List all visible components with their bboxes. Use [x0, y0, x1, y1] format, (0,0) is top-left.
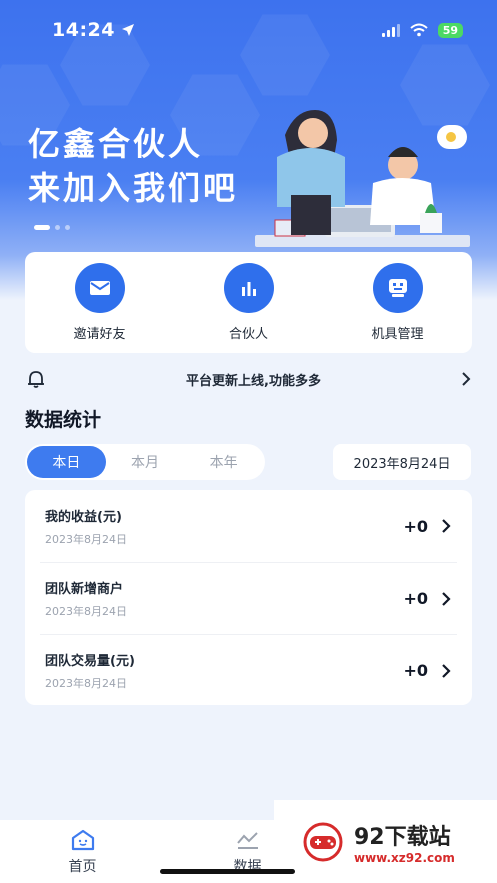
tab-this-month[interactable]: 本月 — [106, 446, 185, 478]
tab-today[interactable]: 本日 — [27, 446, 106, 478]
status-bar: 14:24 59 — [0, 0, 497, 60]
chart-icon — [236, 832, 258, 849]
quick-actions-card: 邀请好友 合伙人 机具管理 — [25, 252, 472, 353]
tabbar-label: 首页 — [68, 859, 97, 875]
tabbar-item-home[interactable]: 首页 — [0, 820, 165, 883]
stat-date: 2023年8月24日 — [45, 532, 127, 546]
chevron-right-icon — [442, 591, 451, 606]
period-tabs: 本日 本月 本年 — [25, 444, 265, 480]
quick-action-label: 合伙人 — [228, 327, 268, 342]
partners-illustration — [255, 110, 470, 247]
quick-action-label: 机具管理 — [371, 327, 424, 342]
carousel-indicator — [34, 225, 70, 230]
chevron-right-icon — [442, 663, 451, 678]
banner-title: 亿鑫合伙人 来加入我们吧 — [28, 122, 238, 210]
stat-value: +0 — [403, 661, 428, 680]
home-indicator — [160, 869, 295, 874]
gamepad-logo-icon — [303, 822, 343, 861]
stat-row-my-earnings[interactable]: 我的收益(元) 2023年8月24日 +0 — [40, 490, 457, 562]
mail-icon — [74, 263, 125, 313]
announcement-text: 平台更新上线,功能多多 — [186, 373, 321, 389]
quick-action-device-management[interactable]: 机具管理 — [338, 263, 458, 342]
date-picker[interactable]: 2023年8月24日 — [333, 444, 471, 480]
tab-this-year[interactable]: 本年 — [184, 446, 263, 478]
stat-label: 团队交易量(元) — [45, 654, 135, 669]
stat-label: 团队新增商户 — [45, 582, 124, 597]
announcement-bar[interactable]: 平台更新上线,功能多多 — [25, 365, 472, 393]
watermark-url: www.xz92.com — [354, 850, 455, 865]
stat-value: +0 — [403, 516, 428, 536]
stat-row-new-merchants[interactable]: 团队新增商户 2023年8月24日 +0 — [40, 562, 457, 634]
robot-icon — [372, 263, 423, 313]
banner-title-line1: 亿鑫合伙人 — [28, 125, 204, 163]
chevron-right-icon — [442, 519, 451, 533]
stats-card: 我的收益(元) 2023年8月24日 +0 团队新增商户 2023年8月24日 … — [25, 490, 472, 705]
stat-label: 我的收益(元) — [45, 509, 122, 525]
wifi-icon — [410, 23, 428, 37]
bar-chart-icon — [223, 263, 274, 313]
quick-action-label: 邀请好友 — [73, 327, 126, 342]
watermark: 92下载站 www.xz92.com — [274, 800, 497, 883]
section-title: 数据统计 — [25, 409, 102, 431]
cellular-signal-icon — [381, 23, 400, 37]
carousel-dot-active — [34, 225, 50, 230]
carousel-dot — [55, 225, 60, 230]
bell-icon — [28, 371, 44, 388]
quick-action-invite-friends[interactable]: 邀请好友 — [40, 263, 160, 342]
carousel-dot — [65, 225, 70, 230]
battery-level: 59 — [437, 22, 463, 38]
home-icon — [71, 829, 94, 851]
quick-action-partners[interactable]: 合伙人 — [189, 263, 309, 342]
stat-date: 2023年8月24日 — [45, 605, 127, 618]
chevron-right-icon — [462, 372, 471, 386]
stat-date: 2023年8月24日 — [45, 677, 127, 690]
banner-title-line2: 来加入我们吧 — [28, 169, 239, 207]
status-time: 14:24 — [52, 19, 115, 41]
stat-value: +0 — [403, 589, 428, 608]
stat-row-team-volume[interactable]: 团队交易量(元) 2023年8月24日 +0 — [40, 634, 457, 706]
location-arrow-icon — [121, 24, 134, 36]
watermark-title: 92下载站 — [354, 824, 451, 850]
